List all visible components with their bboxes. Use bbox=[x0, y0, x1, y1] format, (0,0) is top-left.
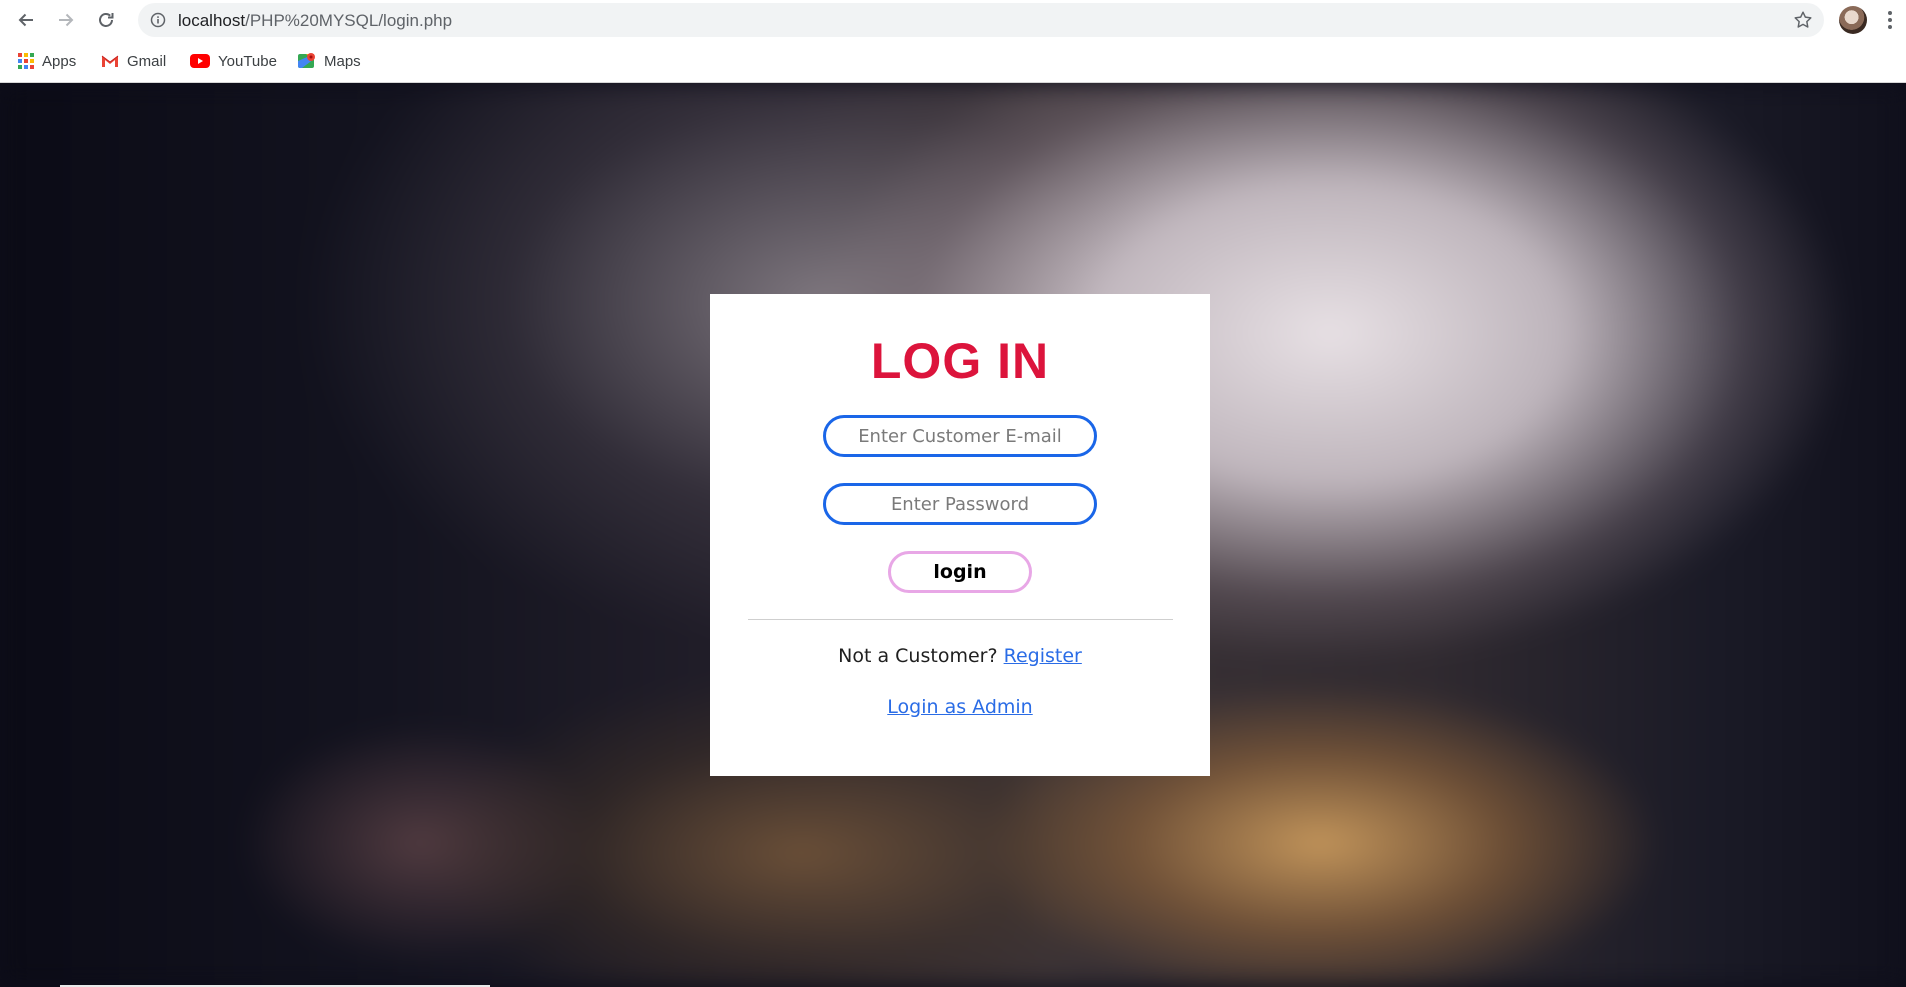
info-icon[interactable] bbox=[150, 12, 166, 28]
password-field[interactable] bbox=[823, 483, 1097, 525]
admin-login-line: Login as Admin bbox=[710, 696, 1210, 718]
back-button[interactable] bbox=[14, 8, 38, 32]
register-link[interactable]: Register bbox=[1004, 645, 1082, 667]
register-prompt: Not a Customer? bbox=[838, 645, 998, 667]
profile-avatar[interactable] bbox=[1839, 6, 1867, 34]
bookmark-maps[interactable]: Maps bbox=[298, 49, 361, 73]
url-text[interactable]: localhost/PHP%20MYSQL/login.php bbox=[178, 11, 452, 31]
star-icon[interactable] bbox=[1792, 9, 1814, 31]
arrow-right-icon bbox=[59, 13, 74, 27]
reload-button[interactable] bbox=[94, 8, 118, 32]
arrow-left-icon bbox=[18, 13, 33, 27]
reload-icon bbox=[99, 13, 114, 27]
page-title: LOG IN bbox=[870, 333, 1050, 389]
bookmark-label: Apps bbox=[42, 52, 77, 70]
url-host: localhost bbox=[178, 11, 246, 30]
maps-icon bbox=[298, 53, 315, 68]
login-card: LOG IN login Not a Customer? Register Lo… bbox=[710, 294, 1210, 776]
bookmark-label: Gmail bbox=[127, 52, 167, 70]
forward-button[interactable] bbox=[54, 8, 78, 32]
gmail-icon bbox=[101, 54, 119, 68]
apps-grid-icon bbox=[18, 53, 34, 69]
register-prompt-line: Not a Customer? Register bbox=[710, 645, 1210, 667]
browser-toolbar: localhost/PHP%20MYSQL/login.php bbox=[0, 0, 1906, 40]
bookmark-apps[interactable]: Apps bbox=[18, 49, 76, 73]
bookmark-label: Maps bbox=[324, 52, 361, 70]
url-path: /PHP%20MYSQL/login.php bbox=[245, 11, 453, 30]
browser-chrome: localhost/PHP%20MYSQL/login.php Apps Gma… bbox=[0, 0, 1906, 83]
login-button[interactable]: login bbox=[888, 551, 1032, 593]
bookmarks-bar: Apps Gmail YouTube Maps bbox=[0, 46, 1906, 76]
divider bbox=[748, 619, 1173, 620]
bookmark-gmail[interactable]: Gmail bbox=[101, 49, 166, 73]
email-field[interactable] bbox=[823, 415, 1097, 457]
bookmark-label: YouTube bbox=[218, 52, 277, 70]
address-bar[interactable]: localhost/PHP%20MYSQL/login.php bbox=[138, 3, 1824, 37]
youtube-icon bbox=[190, 54, 210, 68]
bookmark-youtube[interactable]: YouTube bbox=[190, 49, 277, 73]
admin-login-link[interactable]: Login as Admin bbox=[887, 696, 1032, 718]
more-vert-icon[interactable] bbox=[1884, 8, 1896, 32]
page-viewport: LOG IN login Not a Customer? Register Lo… bbox=[0, 83, 1906, 987]
